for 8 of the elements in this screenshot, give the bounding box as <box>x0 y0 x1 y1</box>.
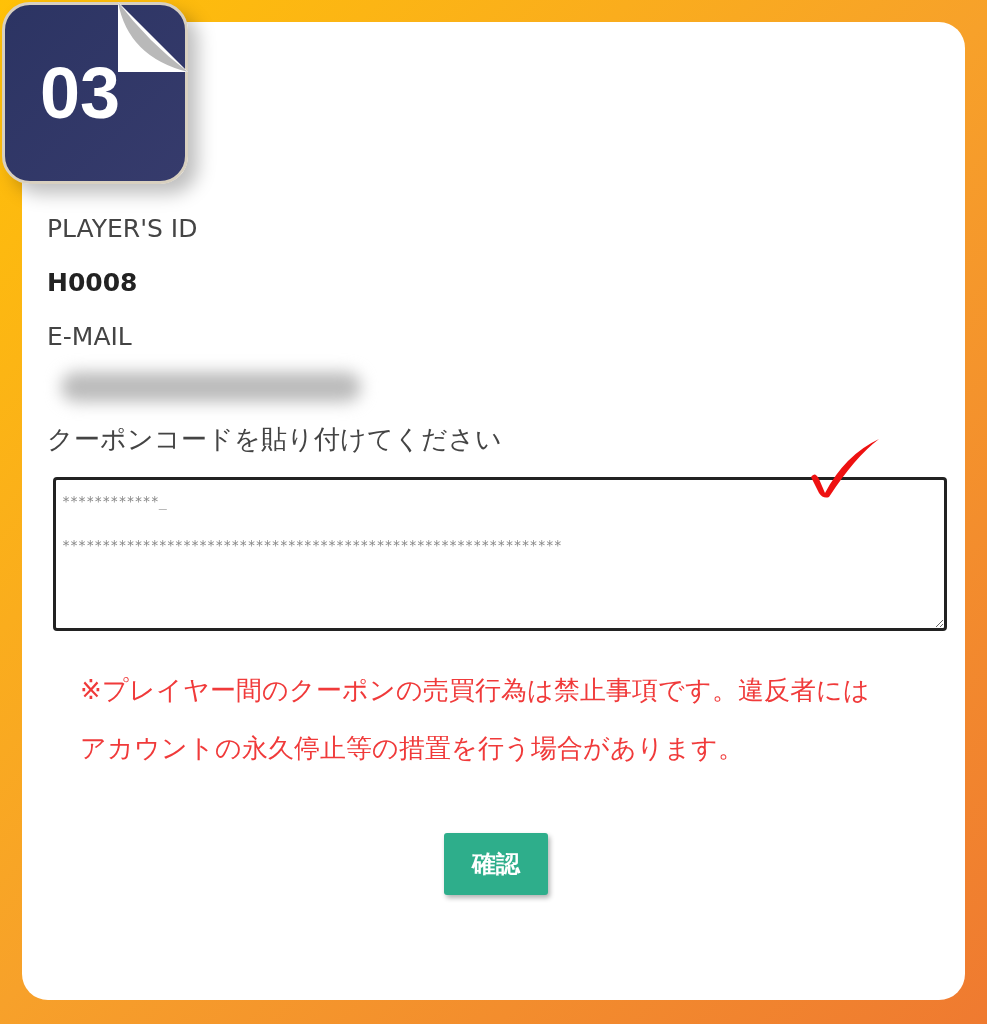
field-value: H0008 <box>47 267 139 299</box>
coupon-label: クーポンコードを貼り付けてください <box>47 423 503 456</box>
confirm-button[interactable]: 確認 <box>444 833 548 895</box>
field-label: E-MAIL <box>47 321 133 353</box>
step-number: 03 <box>39 52 121 134</box>
field-label: PLAYER'S ID <box>47 213 199 245</box>
coupon-code-field[interactable]: ************_ ************************************************************** <box>53 477 947 631</box>
warning-text: ※プレイヤー間のクーポンの売買行為は禁止事項です。違反者にはアカウントの永久停止等の措置を行う場合があります。 <box>80 674 871 765</box>
